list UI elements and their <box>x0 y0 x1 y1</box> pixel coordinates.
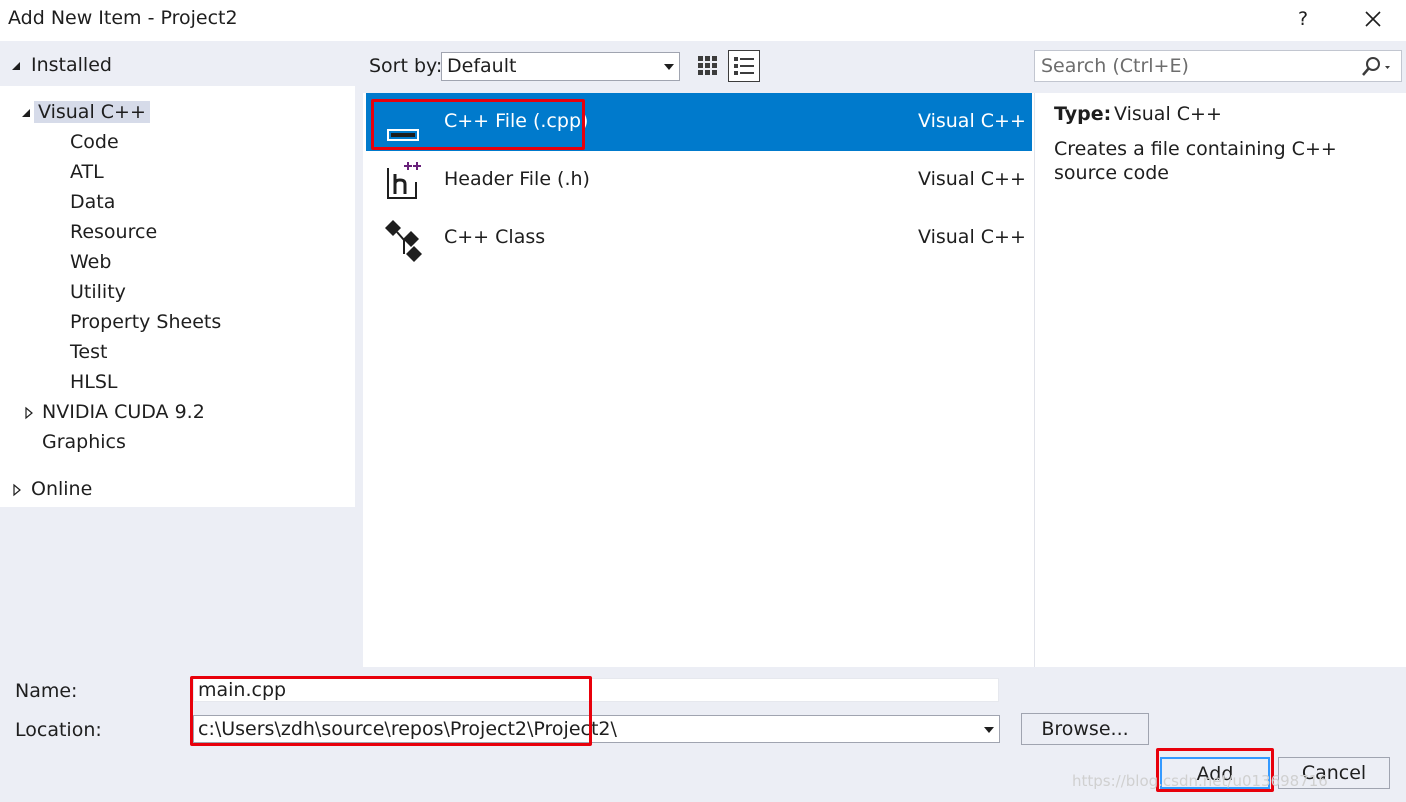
template-description: Creates a file containing C++ source cod… <box>1054 138 1337 184</box>
tree-node-nvidia-cuda[interactable]: NVIDIA CUDA 9.2 <box>22 398 205 426</box>
tree-node-atl[interactable]: ATL <box>70 158 104 186</box>
collapsed-arrow-icon <box>13 483 21 497</box>
tree-node-online[interactable]: Online <box>10 475 92 503</box>
title-bar: Add New Item - Project2 ? <box>0 0 1406 40</box>
window-title: Add New Item - Project2 <box>8 7 238 29</box>
list-item-header-file[interactable]: Header File (.h) Visual C++ <box>366 151 1032 209</box>
search-input[interactable] <box>1041 54 1341 78</box>
tree-node-test[interactable]: Test <box>70 338 107 366</box>
item-name: C++ Class <box>444 226 546 248</box>
header-file-icon <box>382 160 422 200</box>
sort-by-dropdown[interactable]: Default <box>441 52 680 81</box>
item-type: Visual C++ <box>918 110 1026 132</box>
chevron-down-icon[interactable] <box>984 727 994 733</box>
tree-label: Installed <box>31 54 112 76</box>
category-tree: Visual C++ Code ATL Data Resource Web Ut… <box>0 86 355 507</box>
toolbar: Sort by: Default <box>363 41 1406 93</box>
highlight-box <box>190 676 592 746</box>
type-value: Visual C++ <box>1114 103 1222 125</box>
watermark: https://blog.csdn.net/u013698716 <box>1072 772 1328 790</box>
expanded-arrow-icon <box>12 62 20 70</box>
help-button[interactable]: ? <box>1290 6 1316 32</box>
location-label: Location: <box>15 719 102 741</box>
item-type: Visual C++ <box>918 168 1026 190</box>
template-list: C++ File (.cpp) Visual C++ Header File (… <box>363 93 1033 667</box>
highlight-box <box>371 99 585 150</box>
tree-node-installed[interactable]: Installed <box>10 51 112 79</box>
template-details-panel: Type: Visual C++ Creates a file containi… <box>1034 93 1406 667</box>
item-name: Header File (.h) <box>444 168 590 190</box>
list-item-cpp-class[interactable]: C++ Class Visual C++ <box>366 209 1032 267</box>
tree-node-resource[interactable]: Resource <box>70 218 157 246</box>
list-view-icon[interactable] <box>728 50 760 82</box>
tree-label: NVIDIA CUDA 9.2 <box>42 401 205 423</box>
name-label: Name: <box>15 680 78 702</box>
sort-by-label: Sort by: <box>369 55 443 77</box>
template-category-panel: Installed Visual C++ Code ATL Data Resou… <box>0 41 363 667</box>
sort-by-value: Default <box>447 55 517 77</box>
tree-node-web[interactable]: Web <box>70 248 111 276</box>
tree-node-hlsl[interactable]: HLSL <box>70 368 118 396</box>
close-icon[interactable] <box>1358 4 1388 34</box>
search-box[interactable] <box>1034 50 1402 82</box>
search-icon[interactable] <box>1359 55 1390 79</box>
item-type: Visual C++ <box>918 226 1026 248</box>
tree-label: Visual C++ <box>34 101 150 123</box>
tree-node-code[interactable]: Code <box>70 128 119 156</box>
expanded-arrow-icon <box>22 109 30 117</box>
type-label: Type: <box>1054 103 1112 125</box>
tree-node-graphics[interactable]: Graphics <box>42 428 126 456</box>
collapsed-arrow-icon <box>25 406 33 420</box>
cpp-class-icon <box>382 218 422 262</box>
tree-node-visual-cpp[interactable]: Visual C++ <box>20 98 150 126</box>
grid-view-icon[interactable] <box>692 50 724 82</box>
tree-node-property-sheets[interactable]: Property Sheets <box>70 308 221 336</box>
browse-button[interactable]: Browse... <box>1021 713 1149 745</box>
tree-node-data[interactable]: Data <box>70 188 115 216</box>
tree-node-utility[interactable]: Utility <box>70 278 126 306</box>
tree-label: Online <box>31 478 93 500</box>
chevron-down-icon <box>664 64 674 70</box>
